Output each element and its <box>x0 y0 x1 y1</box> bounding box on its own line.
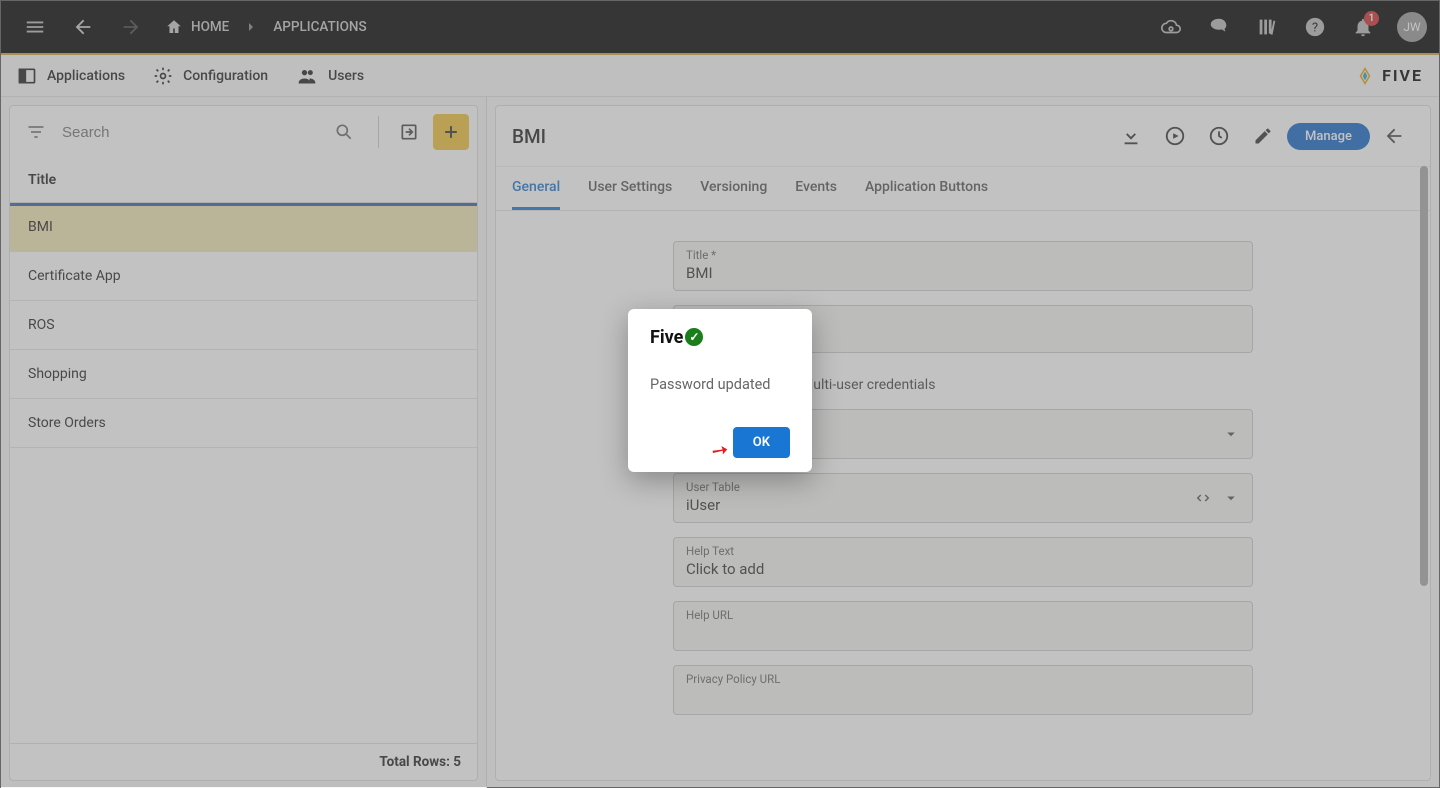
modal-message: Password updated <box>650 376 790 393</box>
modal: Five ✓ Password updated OK ➚ <box>628 309 812 472</box>
ok-button[interactable]: OK <box>733 427 790 458</box>
modal-actions: OK <box>650 427 790 464</box>
modal-overlay: Five ✓ Password updated OK ➚ <box>1 1 1439 787</box>
modal-title-text: Five <box>650 327 683 348</box>
modal-title: Five ✓ <box>650 327 790 348</box>
check-icon: ✓ <box>685 328 703 346</box>
